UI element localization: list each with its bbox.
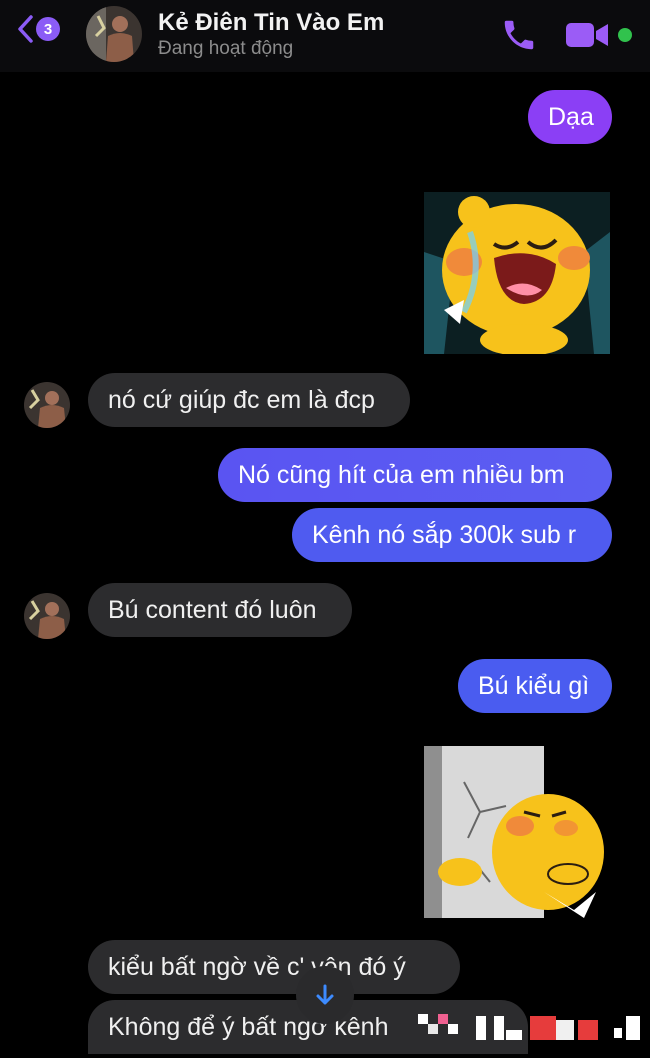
chat-header: 3 Kẻ Điên Tin Vào Em Đang hoạt động: [0, 0, 650, 72]
arrow-down-icon: [316, 984, 334, 1005]
phone-icon: [504, 20, 534, 50]
video-camera-icon: [566, 23, 608, 47]
chevron-left-icon: [18, 15, 33, 43]
message-bubble-outgoing[interactable]: Kênh nó sắp 300k sub r: [292, 508, 612, 562]
pixelated-watermark: [414, 1006, 650, 1058]
video-call-button[interactable]: [566, 20, 610, 50]
unread-count-badge: 3: [36, 17, 60, 41]
voice-call-button[interactable]: [500, 16, 538, 54]
online-indicator: [618, 28, 632, 42]
contact-name[interactable]: Kẻ Điên Tin Vào Em: [158, 9, 384, 37]
back-button[interactable]: 3: [16, 14, 60, 44]
message-bubble-incoming[interactable]: nó cứ giúp đc em là đcp: [88, 373, 410, 427]
yellow-chick-breaking-wall-sticker[interactable]: [424, 742, 610, 922]
message-bubble-outgoing[interactable]: Nó cũng hít của em nhiều bm: [218, 448, 612, 502]
crying-yellow-chick-sticker[interactable]: [424, 192, 610, 356]
contact-avatar-small[interactable]: [24, 382, 70, 428]
active-status: Đang hoạt động: [158, 38, 294, 59]
contact-avatar-small[interactable]: [24, 593, 70, 639]
message-bubble-outgoing[interactable]: Dạa: [528, 90, 612, 144]
contact-avatar[interactable]: [86, 6, 142, 62]
message-bubble-incoming[interactable]: Bú content đó luôn: [88, 583, 352, 637]
message-bubble-incoming[interactable]: kiểu bất ngờ về c' vện đó ý: [88, 940, 460, 994]
message-bubble-outgoing[interactable]: Bú kiểu gì: [458, 659, 612, 713]
scroll-to-bottom-button[interactable]: [296, 966, 354, 1024]
